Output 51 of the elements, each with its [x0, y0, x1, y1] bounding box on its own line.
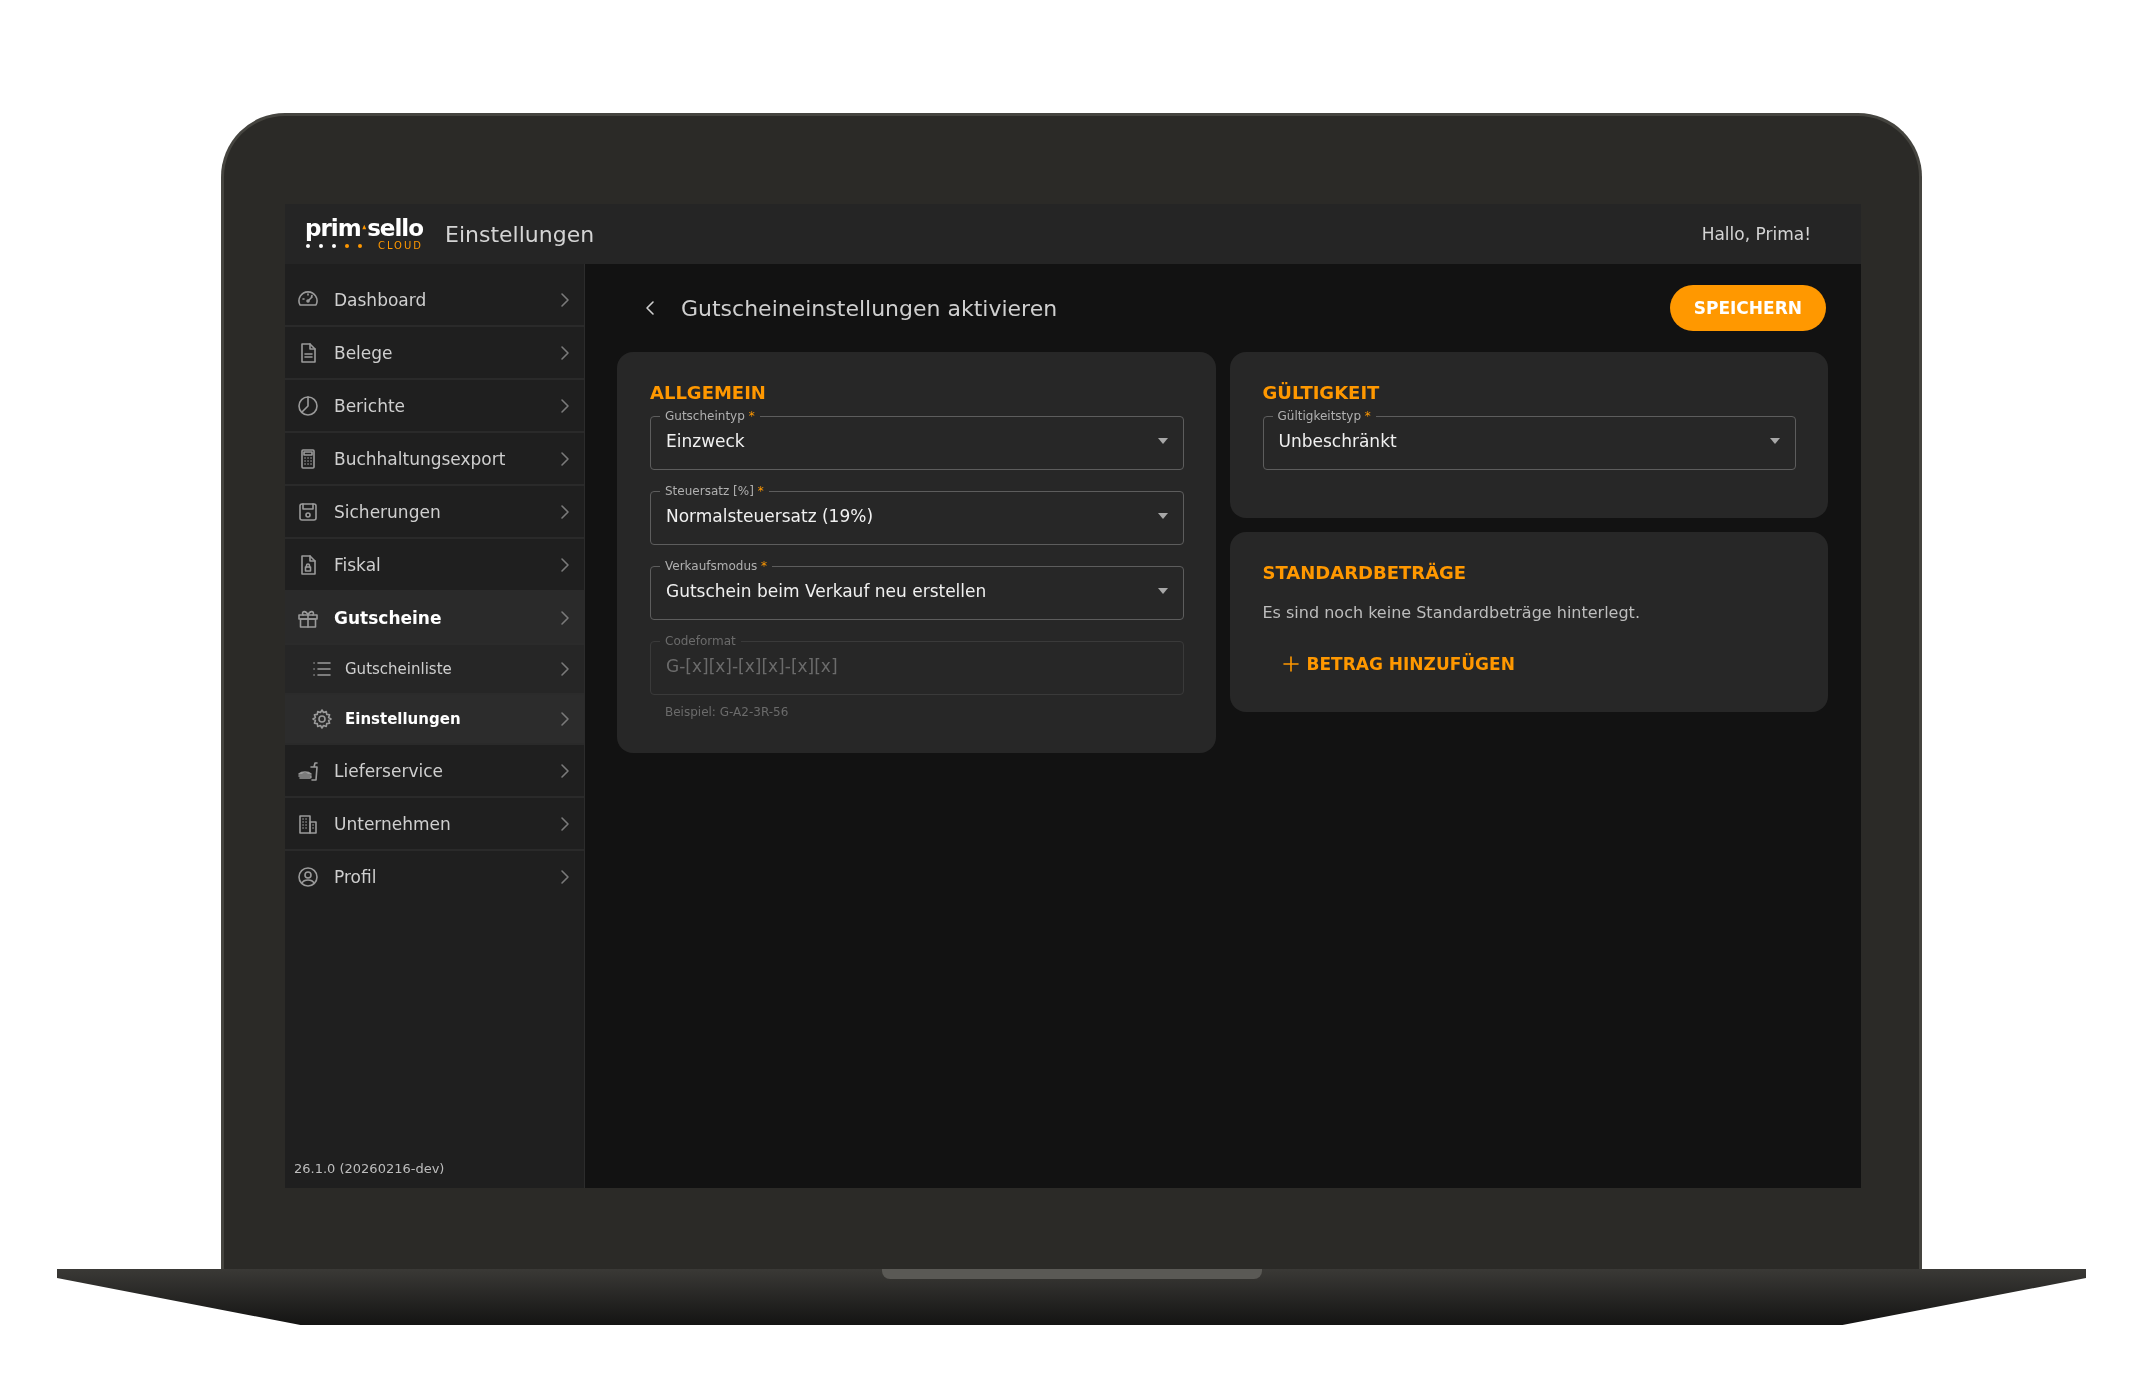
pie-chart-icon — [297, 394, 319, 417]
select-field[interactable]: Gültigkeitstyp * Unbeschränkt — [1262, 409, 1796, 470]
chevron-right-icon — [560, 762, 570, 779]
sidebar-item[interactable]: Berichte — [285, 378, 584, 431]
chevron-left-icon — [645, 300, 655, 316]
sidebar-item[interactable]: Dashboard — [285, 274, 584, 325]
logo-text: sello — [367, 217, 423, 239]
greeting-text: Hallo, Prima! — [1701, 224, 1811, 244]
select-field[interactable]: Verkaufsmodus * Gutschein beim Verkauf neu erstellen — [650, 559, 1184, 620]
dots-icon — [305, 243, 365, 249]
dropdown-caret-icon — [1157, 438, 1168, 444]
dropdown-caret-icon — [1157, 513, 1168, 519]
sidebar-item[interactable]: Einstellungen — [285, 693, 584, 743]
select-field[interactable]: Steuersatz [%] * Normalsteuersatz (19%) — [650, 484, 1184, 545]
section-title: GÜLTIGKEIT — [1262, 382, 1381, 403]
gear-icon — [311, 708, 333, 730]
sidebar-item[interactable]: Gutscheine — [285, 590, 584, 643]
chevron-right-icon — [560, 609, 570, 626]
sidebar-item[interactable]: Sicherungen — [285, 484, 584, 537]
section-title: STANDARDBETRÄGE — [1262, 562, 1468, 583]
sidebar-item[interactable]: Unternehmen — [285, 796, 584, 849]
dropdown-caret-icon — [1770, 438, 1780, 444]
sidebar-item[interactable]: Buchhaltungsexport — [285, 431, 584, 484]
chevron-right-icon — [560, 556, 570, 573]
section-title: ALLGEMEIN — [650, 382, 767, 403]
empty-message: Es sind noch keine Standardbeträge hinterlegt. — [1262, 603, 1641, 622]
chevron-right-icon — [560, 868, 570, 885]
add-amount-button[interactable]: BETRAG HINZUFÜGEN — [1278, 650, 1519, 678]
hint-text: Beispiel: G-A2-3R-56 — [665, 705, 790, 719]
sidebar-item[interactable]: Belege — [285, 325, 584, 378]
version-text: 26.1.0 (20260216-dev) — [293, 1161, 446, 1178]
logo-text: prim — [305, 217, 361, 239]
plus-icon — [1282, 656, 1299, 672]
chevron-right-icon — [560, 815, 570, 832]
logo-subtitle: CLOUD — [377, 241, 423, 251]
user-icon — [297, 865, 319, 888]
burger-drink-icon — [297, 759, 319, 782]
header-title: Einstellungen — [445, 221, 595, 247]
chevron-right-icon — [560, 503, 570, 520]
buildings-icon — [297, 812, 319, 835]
chevron-right-icon — [560, 711, 570, 727]
sidebar-item[interactable]: Lieferservice — [285, 743, 584, 796]
chevron-right-icon — [560, 344, 570, 361]
page-title: Gutscheineinstellungen aktivieren — [681, 295, 1058, 321]
chevron-right-icon — [560, 661, 570, 677]
chevron-right-icon — [560, 397, 570, 414]
chevron-right-icon — [560, 291, 570, 308]
select-field[interactable]: Gutscheintyp * Einzweck — [650, 409, 1184, 470]
dropdown-caret-icon — [1157, 588, 1168, 594]
chevron-right-icon — [560, 450, 570, 467]
sidebar-item[interactable]: Profil — [285, 849, 584, 902]
